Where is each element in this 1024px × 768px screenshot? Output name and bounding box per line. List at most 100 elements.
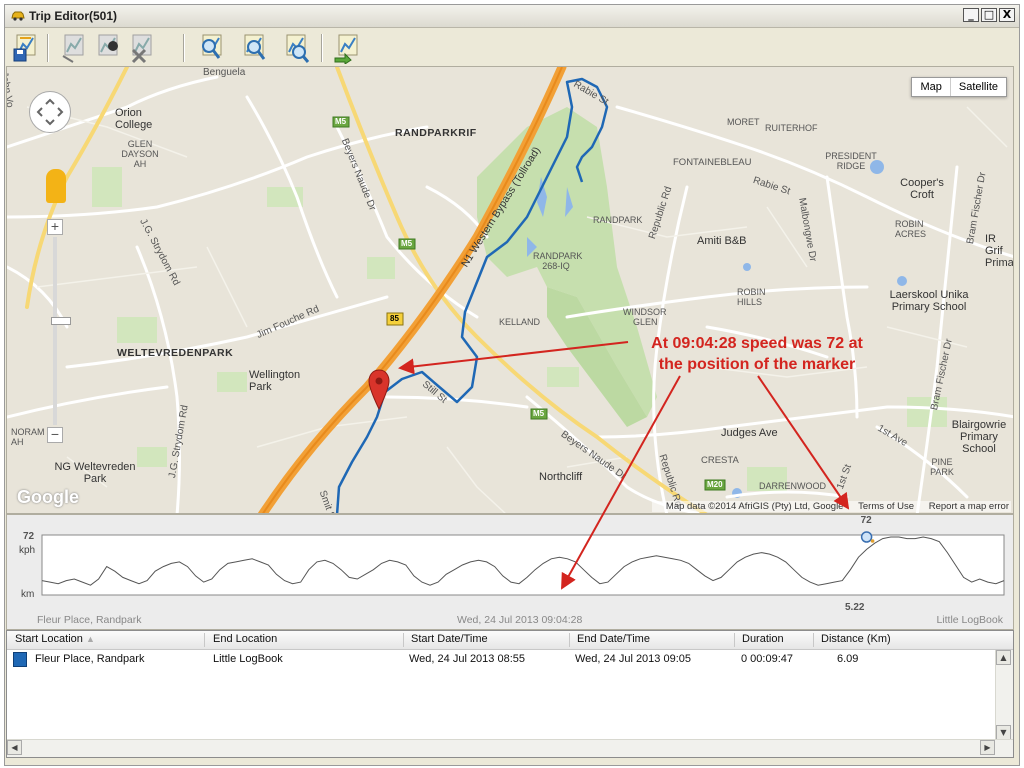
trips-grid: Start Location ▲ End Location Start Date… <box>6 630 1014 758</box>
map-label: CRESTA <box>701 455 739 466</box>
map-attribution: Map data ©2014 AfriGIS (Pty) Ltd, Google… <box>651 501 1011 512</box>
export-icon[interactable] <box>333 32 363 64</box>
map-label: Blairgowrie Primary School <box>951 419 1007 455</box>
map-label: Orion College <box>115 107 153 131</box>
title-bar[interactable]: Trip Editor(501) _ □ X <box>5 5 1019 28</box>
column-header-distance[interactable]: Distance (Km) <box>821 633 891 645</box>
scroll-up-button[interactable]: ▲ <box>996 650 1011 665</box>
toolbar-separator <box>183 34 185 62</box>
map-label: ROBIN HILLS <box>737 287 766 307</box>
chart-position-dot <box>870 539 875 543</box>
route-shield: 85 <box>390 314 399 323</box>
map-type-map-button[interactable]: Map <box>912 78 949 96</box>
map-type-satellite-button[interactable]: Satellite <box>951 78 1006 96</box>
zoom-out-button[interactable]: − <box>47 427 63 443</box>
scroll-down-button[interactable]: ▼ <box>996 725 1011 740</box>
street-view-pegman-icon[interactable] <box>46 169 66 203</box>
horizontal-scrollbar[interactable]: ◀ ▶ <box>7 739 1013 757</box>
map-label: RANDPARK 268-IQ <box>533 251 583 271</box>
zoom-control: + − <box>47 219 71 443</box>
google-logo: Google <box>17 487 79 507</box>
column-divider[interactable] <box>569 633 570 647</box>
cell-start-time: Wed, 24 Jul 2013 08:55 <box>409 653 525 665</box>
map-label: Northcliff <box>539 471 583 483</box>
map-label: WINDSOR <box>623 307 667 317</box>
maximize-button[interactable]: □ <box>981 8 997 22</box>
column-divider[interactable] <box>734 633 735 647</box>
toolbar-separator <box>321 34 323 62</box>
window-title: Trip Editor(501) <box>29 9 118 23</box>
cell-duration: 0 00:09:47 <box>741 653 793 665</box>
map-label: GLEN <box>633 317 658 327</box>
trip-color-swatch[interactable] <box>13 652 27 667</box>
route-shield: M5 <box>335 117 347 126</box>
column-divider[interactable] <box>204 633 205 647</box>
zoom-select-icon[interactable] <box>239 32 269 64</box>
chart-end-location: Little LogBook <box>936 614 1003 626</box>
attribution-text: Map data ©2014 AfriGIS (Pty) Ltd, Google <box>665 501 844 512</box>
merge-icon[interactable] <box>93 32 123 64</box>
column-header-start-time[interactable]: Start Date/Time <box>411 633 488 645</box>
map-label: RANDPARKRIF <box>395 127 477 139</box>
terms-link[interactable]: Terms of Use <box>858 501 914 512</box>
report-error-link[interactable]: Report a map error <box>929 501 1009 512</box>
road-label: Judges Ave <box>721 427 778 439</box>
toolbar <box>5 28 1019 68</box>
cell-start-location: Fleur Place, Randpark <box>35 653 145 665</box>
column-header-end-location[interactable]: End Location <box>213 633 277 645</box>
route-shield: M20 <box>707 480 723 489</box>
cell-distance: 6.09 <box>837 653 859 665</box>
zoom-slider-knob[interactable] <box>51 317 71 325</box>
map-label: DARRENWOOD <box>759 481 826 491</box>
marker-distance-label: 5.22 <box>845 602 865 613</box>
grid-header: Start Location ▲ End Location Start Date… <box>7 631 1013 650</box>
zoom-slider-rail[interactable] <box>51 237 71 425</box>
scroll-left-button[interactable]: ◀ <box>7 740 22 755</box>
speed-profile-chart[interactable]: 72 kph km 72 5.22 Fleur Place, Randpark … <box>6 514 1014 630</box>
sort-ascending-icon: ▲ <box>85 634 95 644</box>
map-label: IR Grif Prima <box>985 233 1014 269</box>
route-shield: M5 <box>401 239 413 248</box>
cut-icon[interactable] <box>59 32 89 64</box>
minimize-button[interactable]: _ <box>963 8 979 22</box>
map-label: MORET <box>727 117 760 127</box>
map-type-control: Map Satellite <box>911 77 1007 97</box>
map-label: WELTEVREDENPARK <box>117 347 234 359</box>
car-icon <box>11 11 25 21</box>
annotation-line-1: At 09:04:28 speed was 72 at <box>651 335 863 352</box>
column-divider[interactable] <box>813 633 814 647</box>
column-header-end-time[interactable]: End Date/Time <box>577 633 650 645</box>
cell-end-time: Wed, 24 Jul 2013 09:05 <box>575 653 691 665</box>
map-label: KELLAND <box>499 317 541 327</box>
zoom-in-button[interactable]: + <box>47 219 63 235</box>
map-label: Amiti B&B <box>697 235 747 247</box>
map-label: FONTAINEBLEAU <box>673 157 752 168</box>
zoom-extent-icon[interactable] <box>281 32 311 64</box>
column-header-duration[interactable]: Duration <box>742 633 784 645</box>
column-divider[interactable] <box>403 633 404 647</box>
vertical-scrollbar[interactable]: ▲ ▼ <box>995 650 1013 740</box>
route-shield: M5 <box>533 409 545 418</box>
map-label: ROBIN ACRES <box>895 219 927 239</box>
map-label: RUITERHOF <box>765 123 818 133</box>
pan-control[interactable] <box>29 91 71 133</box>
map-label: NG Weltevreden Park <box>54 461 136 485</box>
map-label: Benguela <box>203 67 246 78</box>
map-label: RANDPARK <box>593 215 643 225</box>
close-button[interactable]: X <box>999 8 1015 22</box>
chart-start-location: Fleur Place, Randpark <box>37 614 142 626</box>
pan-arrows-icon <box>36 98 64 126</box>
table-row[interactable]: Fleur Place, Randpark Little LogBook Wed… <box>7 650 995 670</box>
cell-end-location: Little LogBook <box>213 653 283 665</box>
column-header-start-location[interactable]: Start Location ▲ <box>15 633 95 645</box>
scroll-right-button[interactable]: ▶ <box>980 740 995 755</box>
map-marker-icon[interactable] <box>368 369 390 411</box>
map-canvas <box>7 67 1013 513</box>
zoom-icon[interactable] <box>197 32 227 64</box>
map-label: Cooper's Croft <box>900 177 944 201</box>
chart-position-marker[interactable] <box>860 531 873 543</box>
map-view[interactable]: M5 M5 M5 85 M20 RANDPARKRIF WELTEVREDENP… <box>6 66 1014 514</box>
delete-icon[interactable] <box>127 32 157 64</box>
map-label: PRESIDENT RIDGE <box>825 151 877 171</box>
save-icon[interactable] <box>11 32 41 64</box>
